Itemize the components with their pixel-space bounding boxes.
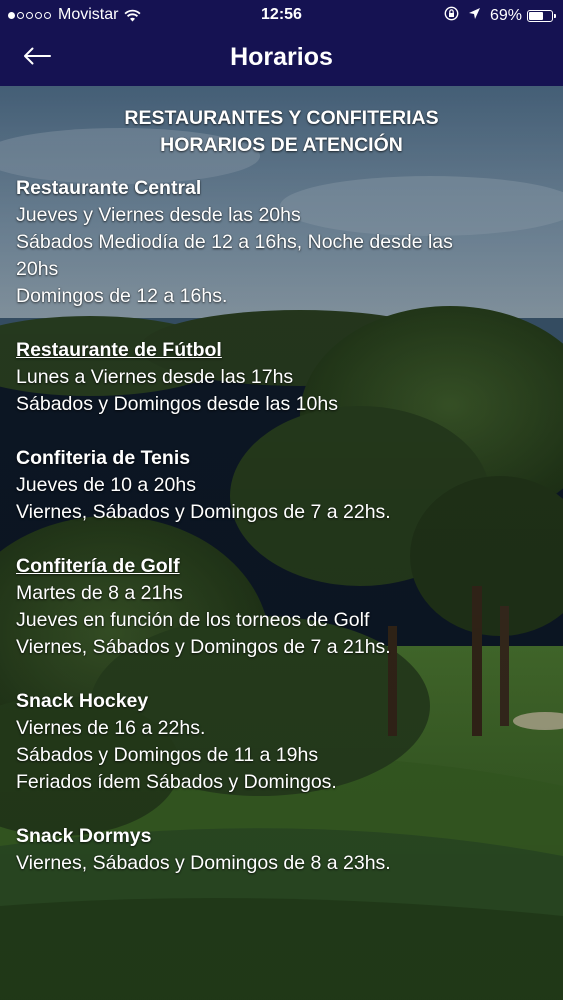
schedule-line: Sábados Mediodía de 12 a 16hs, Noche des… — [16, 231, 453, 253]
venue-snack-dormys: Snack Dormys Viernes, Sábados y Domingos… — [16, 823, 547, 877]
nav-bar: Horarios — [0, 30, 563, 86]
schedule-line: Feriados ídem Sábados y Domingos. — [16, 771, 337, 793]
status-bar: Movistar 12:56 69% — [0, 0, 563, 30]
venue-name: Restaurante Central — [16, 177, 202, 199]
location-arrow-icon — [468, 7, 481, 25]
venue-name: Restaurante de Fútbol — [16, 339, 222, 361]
section-heading-line: RESTAURANTES Y CONFITERIAS — [124, 107, 439, 129]
venue-restaurante-futbol: Restaurante de Fútbol Lunes a Viernes de… — [16, 337, 547, 418]
schedule-line: 20hs — [16, 258, 59, 280]
schedule-content[interactable]: RESTAURANTES Y CONFITERIAS HORARIOS DE A… — [0, 86, 563, 1000]
battery-percent: 69% — [489, 7, 522, 24]
schedule-line: Jueves y Viernes desde las 20hs — [16, 204, 301, 226]
schedule-line: Sábados y Domingos de 11 a 19hs — [16, 744, 319, 766]
section-heading-line: HORARIOS DE ATENCIÓN — [160, 134, 403, 156]
venue-list: Restaurante Central Jueves y Viernes des… — [0, 175, 563, 877]
venue-name: Snack Dormys — [16, 825, 152, 847]
battery-level-fill — [529, 12, 543, 20]
schedule-line: Viernes, Sábados y Domingos de 7 a 21hs. — [16, 636, 391, 658]
schedule-line: Jueves de 10 a 20hs — [16, 474, 196, 496]
venue-snack-hockey: Snack Hockey Viernes de 16 a 22hs. Sábad… — [16, 688, 547, 796]
section-heading: RESTAURANTES Y CONFITERIAS HORARIOS DE A… — [0, 105, 563, 159]
schedule-line: Viernes de 16 a 22hs. — [16, 717, 206, 739]
schedule-text: RESTAURANTES Y CONFITERIAS HORARIOS DE A… — [0, 86, 563, 904]
schedule-line: Lunes a Viernes desde las 17hs — [16, 366, 294, 388]
venue-confiteria-tenis: Confiteria de Tenis Jueves de 10 a 20hs … — [16, 445, 547, 526]
schedule-line: Martes de 8 a 21hs — [16, 582, 183, 604]
schedule-line: Viernes, Sábados y Domingos de 8 a 23hs. — [16, 852, 391, 874]
venue-restaurante-central: Restaurante Central Jueves y Viernes des… — [16, 175, 547, 310]
venue-name: Confiteria de Tenis — [16, 447, 191, 469]
venue-name: Confitería de Golf — [16, 555, 180, 577]
status-right: 69% — [444, 6, 556, 26]
venue-confiteria-golf: Confitería de Golf Martes de 8 a 21hs Ju… — [16, 553, 547, 661]
page-title: Horarios — [230, 43, 333, 71]
venue-name: Snack Hockey — [16, 690, 149, 712]
schedule-line: Domingos de 12 a 16hs. — [16, 285, 228, 307]
schedule-line: Viernes, Sábados y Domingos de 7 a 22hs. — [16, 501, 391, 523]
orientation-lock-icon — [444, 6, 459, 26]
schedule-line: Jueves en función de los torneos de Golf — [16, 609, 370, 631]
schedule-line: Sábados y Domingos desde las 10hs — [16, 393, 338, 415]
battery-icon — [527, 10, 556, 22]
